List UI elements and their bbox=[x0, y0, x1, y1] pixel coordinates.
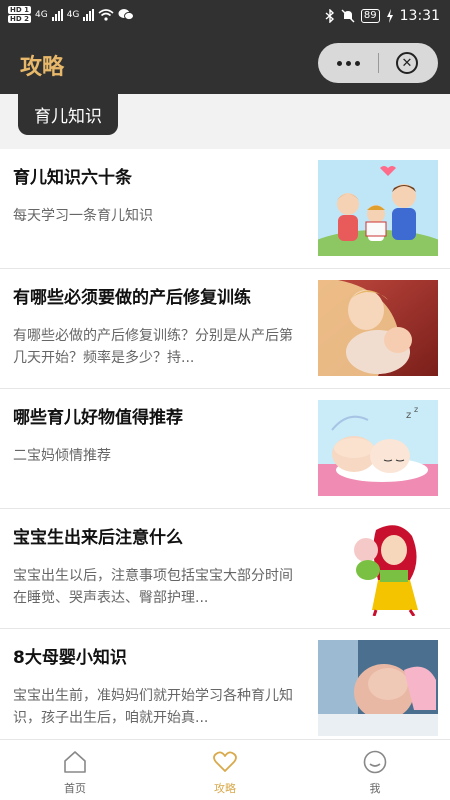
clock: 13:31 bbox=[399, 8, 440, 24]
article-title: 宝宝生出来后注意什么 bbox=[13, 528, 183, 548]
category-bar: 育儿知识 bbox=[0, 94, 450, 149]
article-title: 育儿知识六十条 bbox=[13, 168, 132, 188]
more-dots-icon bbox=[336, 60, 342, 66]
newborn-photo-image bbox=[318, 640, 438, 736]
nav-label-me: 我 bbox=[369, 782, 381, 795]
app-header: 攻略 ✕ bbox=[0, 34, 450, 94]
mute-bell-icon bbox=[341, 9, 355, 23]
status-right: 89 13:31 bbox=[325, 8, 440, 24]
family-illustration-image bbox=[318, 160, 438, 256]
battery-icon: 89 bbox=[360, 9, 380, 23]
wechat-icon bbox=[118, 9, 135, 21]
article-description: 有哪些必做的产后修复训练？分别是从产后第几天开始？频率是多少？持... bbox=[13, 328, 293, 366]
more-button[interactable] bbox=[318, 43, 378, 83]
status-left: HD 1 HD 2 4G 4G bbox=[8, 6, 135, 23]
sleeping-baby-illustration-image: z z bbox=[318, 400, 438, 496]
article-description: 宝宝出生前，准妈妈们就开始学习各种育儿知识，孩子出生后，咱就开始真... bbox=[13, 688, 293, 726]
article-title: 哪些育儿好物值得推荐 bbox=[13, 408, 183, 428]
mother-holding-baby-illustration-image bbox=[318, 520, 438, 616]
bluetooth-icon bbox=[325, 9, 334, 23]
nav-item-guide[interactable]: 攻略 bbox=[150, 740, 300, 800]
nav-label-guide: 攻略 bbox=[214, 782, 236, 795]
close-button[interactable]: ✕ bbox=[396, 52, 418, 74]
signal-icon bbox=[51, 8, 63, 21]
mini-program-capsule: ✕ bbox=[318, 43, 438, 83]
more-dot bbox=[345, 60, 351, 66]
list-item[interactable]: 8大母婴小知识 宝宝出生前，准妈妈们就开始学习各种育儿知识，孩子出生后，咱就开始… bbox=[0, 629, 450, 739]
page-title: 攻略 bbox=[20, 55, 65, 80]
sim-badges: HD 1 HD 2 bbox=[8, 6, 31, 23]
bottom-navigation: 首页 攻略 我 bbox=[0, 739, 450, 800]
article-title: 8大母婴小知识 bbox=[13, 648, 127, 668]
status-bar: HD 1 HD 2 4G 4G 89 13:31 bbox=[0, 0, 450, 34]
list-item[interactable]: 有哪些必须要做的产后修复训练 有哪些必做的产后修复训练？分别是从产后第几天开始？… bbox=[0, 269, 450, 389]
capsule-divider bbox=[378, 53, 379, 73]
nav-item-me[interactable]: 我 bbox=[300, 740, 450, 800]
list-item[interactable]: 宝宝生出来后注意什么 宝宝出生以后，注意事项包括宝宝大部分时间在睡觉、哭声表达、… bbox=[0, 509, 450, 629]
close-circle-icon: ✕ bbox=[401, 55, 413, 71]
article-description: 宝宝出生以后，注意事项包括宝宝大部分时间在睡觉、哭声表达、臀部护理... bbox=[13, 568, 293, 606]
charging-icon bbox=[386, 9, 393, 23]
home-icon bbox=[64, 751, 86, 773]
nav-item-home[interactable]: 首页 bbox=[0, 740, 150, 800]
tab-parenting-knowledge[interactable]: 育儿知识 bbox=[18, 94, 118, 135]
svg-text:z: z bbox=[406, 410, 411, 421]
mother-baby-photo-image bbox=[318, 280, 438, 376]
wifi-icon bbox=[98, 8, 114, 21]
svg-text:z: z bbox=[414, 405, 418, 414]
article-description: 二宝妈倾情推荐 bbox=[13, 448, 111, 464]
signal-icon-2 bbox=[83, 8, 95, 21]
list-item[interactable]: 育儿知识六十条 每天学习一条育儿知识 bbox=[0, 149, 450, 269]
article-list: 育儿知识六十条 每天学习一条育儿知识 有哪些必须要做的产后修复训练 有哪些必做的 bbox=[0, 149, 450, 739]
sim1-badge: HD 1 bbox=[8, 6, 31, 14]
heart-icon bbox=[213, 751, 237, 772]
article-description: 每天学习一条育儿知识 bbox=[13, 208, 153, 224]
smile-icon bbox=[363, 750, 387, 774]
nav-label-home: 首页 bbox=[64, 782, 86, 795]
sim2-badge: HD 2 bbox=[8, 15, 31, 23]
article-title: 有哪些必须要做的产后修复训练 bbox=[13, 288, 251, 308]
network-type-2: 4G bbox=[66, 9, 80, 20]
network-type-1: 4G bbox=[34, 9, 48, 20]
more-dot bbox=[354, 60, 360, 66]
list-item[interactable]: 哪些育儿好物值得推荐 二宝妈倾情推荐 z z bbox=[0, 389, 450, 509]
